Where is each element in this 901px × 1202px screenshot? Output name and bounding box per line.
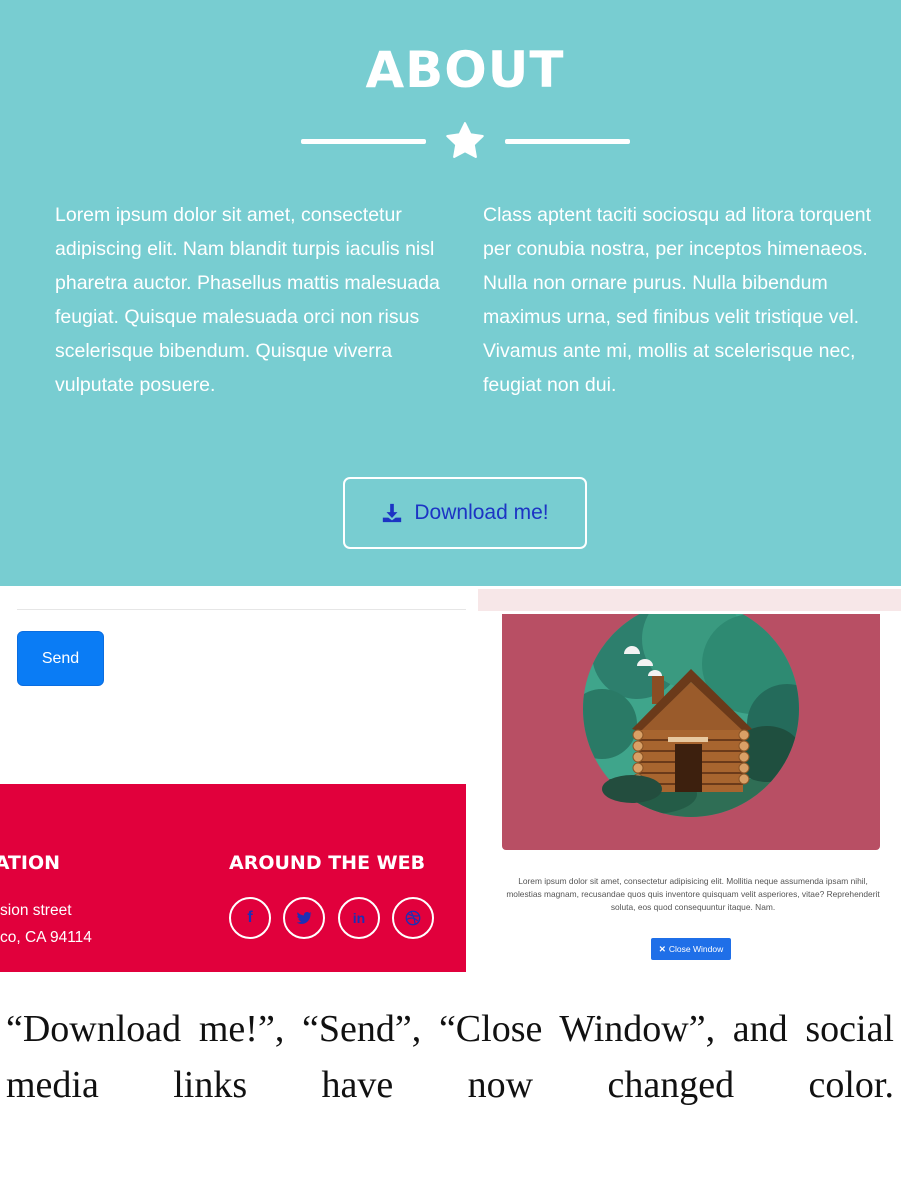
close-window-button[interactable]: ✕ Close Window — [651, 938, 731, 960]
social-link-dribbble[interactable] — [392, 897, 434, 939]
star-icon — [446, 122, 484, 158]
about-title: ABOUT — [365, 41, 565, 99]
divider-line-left — [301, 139, 426, 144]
about-text-right: Class aptent taciti sociosqu ad litora t… — [483, 204, 872, 396]
footer-address-line-1: sion street — [0, 902, 72, 919]
download-icon — [383, 503, 402, 523]
close-window-label: Close Window — [668, 944, 724, 954]
about-section: ABOUT Lorem ipsum dolor sit amet, consec… — [0, 0, 901, 586]
figure-caption: “Download me!”, “Send”, “Close Window”, … — [6, 1008, 894, 1106]
download-button[interactable]: Download me! — [343, 477, 587, 549]
modal-image — [502, 614, 880, 850]
modal-body-text: Lorem ipsum dolor sit amet, consectetur … — [506, 876, 880, 912]
send-button[interactable]: Send — [17, 631, 104, 686]
log-cabin-illustration — [583, 614, 799, 817]
divider-line-right — [505, 139, 630, 144]
dribbble-icon — [405, 910, 421, 926]
social-link-linkedin[interactable]: in — [338, 897, 380, 939]
footer-around-web-heading: AROUND THE WEB — [229, 852, 426, 874]
footer-location-heading: ATION — [0, 852, 60, 874]
twitter-icon — [296, 911, 312, 924]
facebook-icon: f — [247, 909, 253, 926]
footer-address-line-2: co, CA 94114 — [0, 929, 92, 946]
linkedin-icon: in — [352, 910, 366, 926]
footer: ATION sion street co, CA 94114 AROUND TH… — [0, 784, 466, 972]
social-link-twitter[interactable] — [283, 897, 325, 939]
about-text-left: Lorem ipsum dolor sit amet, consectetur … — [55, 204, 440, 396]
social-link-facebook[interactable]: f — [229, 897, 271, 939]
modal-header-bar — [478, 589, 901, 611]
close-icon: ✕ — [658, 943, 666, 954]
download-button-label: Download me! — [414, 501, 549, 524]
form-divider — [17, 609, 466, 610]
